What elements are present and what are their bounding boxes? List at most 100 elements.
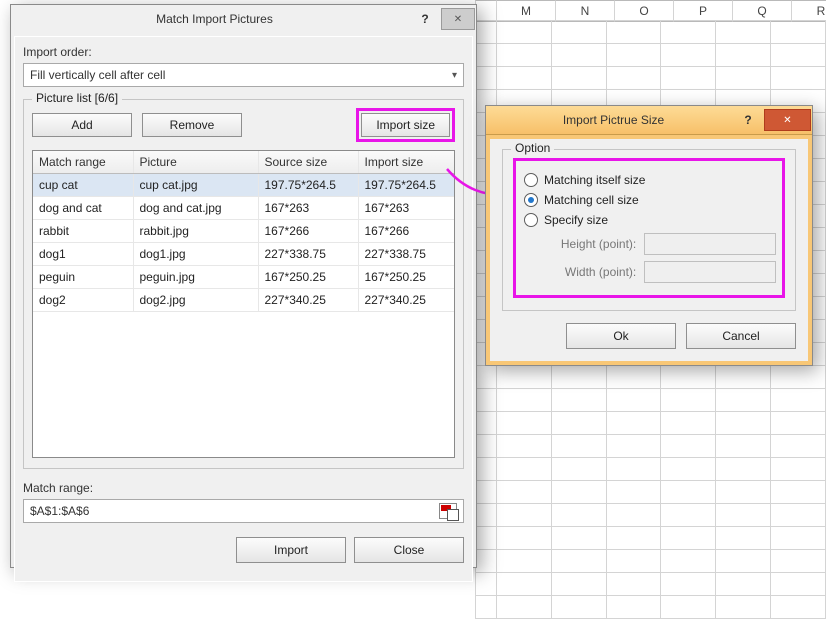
cell[interactable] [551,550,606,573]
cell[interactable] [496,366,551,389]
close-icon[interactable] [764,109,811,131]
cell[interactable] [551,389,606,412]
help-button[interactable]: ? [411,8,439,30]
cell[interactable] [606,412,661,435]
cell[interactable] [606,44,661,67]
cell[interactable] [716,389,771,412]
cell[interactable] [661,44,716,67]
column-header[interactable]: M [496,0,555,22]
cell[interactable] [551,481,606,504]
cell[interactable] [716,527,771,550]
cell[interactable] [716,458,771,481]
cell[interactable] [771,21,826,44]
cell[interactable] [606,21,661,44]
cell[interactable] [496,435,551,458]
cell[interactable] [661,435,716,458]
radio-specify-size[interactable]: Specify size [524,213,774,227]
cell[interactable] [496,412,551,435]
cell[interactable] [496,458,551,481]
cell[interactable] [551,596,606,619]
cell[interactable] [476,481,497,504]
cell[interactable] [476,21,497,44]
cell[interactable] [496,550,551,573]
cell[interactable] [551,504,606,527]
cell[interactable] [476,527,497,550]
cell[interactable] [716,481,771,504]
cell[interactable] [496,21,551,44]
cell[interactable] [661,481,716,504]
cell[interactable] [476,458,497,481]
cell[interactable] [716,504,771,527]
cell[interactable] [716,44,771,67]
cell[interactable] [661,389,716,412]
cell[interactable] [771,67,826,90]
cell[interactable] [661,21,716,44]
cell[interactable] [661,504,716,527]
cell[interactable] [716,366,771,389]
cell[interactable] [661,458,716,481]
help-button[interactable]: ? [734,109,762,131]
cell[interactable] [661,67,716,90]
cell[interactable] [476,435,497,458]
cell[interactable] [771,596,826,619]
cell[interactable] [496,67,551,90]
table-row[interactable]: peguinpeguin.jpg167*250.25167*250.25 [33,266,455,289]
cell[interactable] [551,366,606,389]
cell[interactable] [476,67,497,90]
cell[interactable] [661,527,716,550]
cell[interactable] [606,435,661,458]
cell[interactable] [606,550,661,573]
cell[interactable] [771,550,826,573]
match-range-input[interactable]: $A$1:$A$6 [23,499,464,523]
cell[interactable] [771,412,826,435]
cell[interactable] [716,21,771,44]
cell[interactable] [771,389,826,412]
cell[interactable] [606,458,661,481]
ok-button[interactable]: Ok [566,323,676,349]
cell[interactable] [606,527,661,550]
column-header[interactable]: N [555,0,614,22]
cancel-button[interactable]: Cancel [686,323,796,349]
table-row[interactable]: dog2dog2.jpg227*340.25227*340.25 [33,289,455,312]
cell[interactable] [551,412,606,435]
cell[interactable] [476,412,497,435]
import-size-button[interactable]: Import size [361,113,450,137]
cell[interactable] [606,366,661,389]
cell[interactable] [716,435,771,458]
cell[interactable] [476,44,497,67]
cell[interactable] [476,389,497,412]
cell[interactable] [496,504,551,527]
cell[interactable] [771,504,826,527]
cell[interactable] [716,67,771,90]
radio-matching-cell[interactable]: Matching cell size [524,193,774,207]
cell[interactable] [661,550,716,573]
picture-table[interactable]: Match rangePictureSource sizeImport size… [32,150,455,458]
cell[interactable] [771,458,826,481]
cell[interactable] [771,366,826,389]
cell[interactable] [496,481,551,504]
column-header[interactable]: P [673,0,732,22]
cell[interactable] [551,21,606,44]
cell[interactable] [716,412,771,435]
cell[interactable] [716,596,771,619]
column-header[interactable]: Import size [358,151,455,174]
cell[interactable] [606,504,661,527]
cell[interactable] [476,504,497,527]
cell[interactable] [771,481,826,504]
column-header[interactable]: R [791,0,826,22]
cell[interactable] [661,412,716,435]
import-order-combo[interactable]: Fill vertically cell after cell ▾ [23,63,464,87]
cell[interactable] [551,527,606,550]
cell[interactable] [476,366,497,389]
column-header[interactable]: Match range [33,151,133,174]
cell[interactable] [661,366,716,389]
cell[interactable] [496,389,551,412]
cell[interactable] [606,596,661,619]
cell[interactable] [496,596,551,619]
cell[interactable] [551,435,606,458]
cell[interactable] [551,458,606,481]
table-row[interactable]: dog1dog1.jpg227*338.75227*338.75 [33,243,455,266]
cell[interactable] [606,389,661,412]
radio-matching-itself[interactable]: Matching itself size [524,173,774,187]
cell[interactable] [606,67,661,90]
